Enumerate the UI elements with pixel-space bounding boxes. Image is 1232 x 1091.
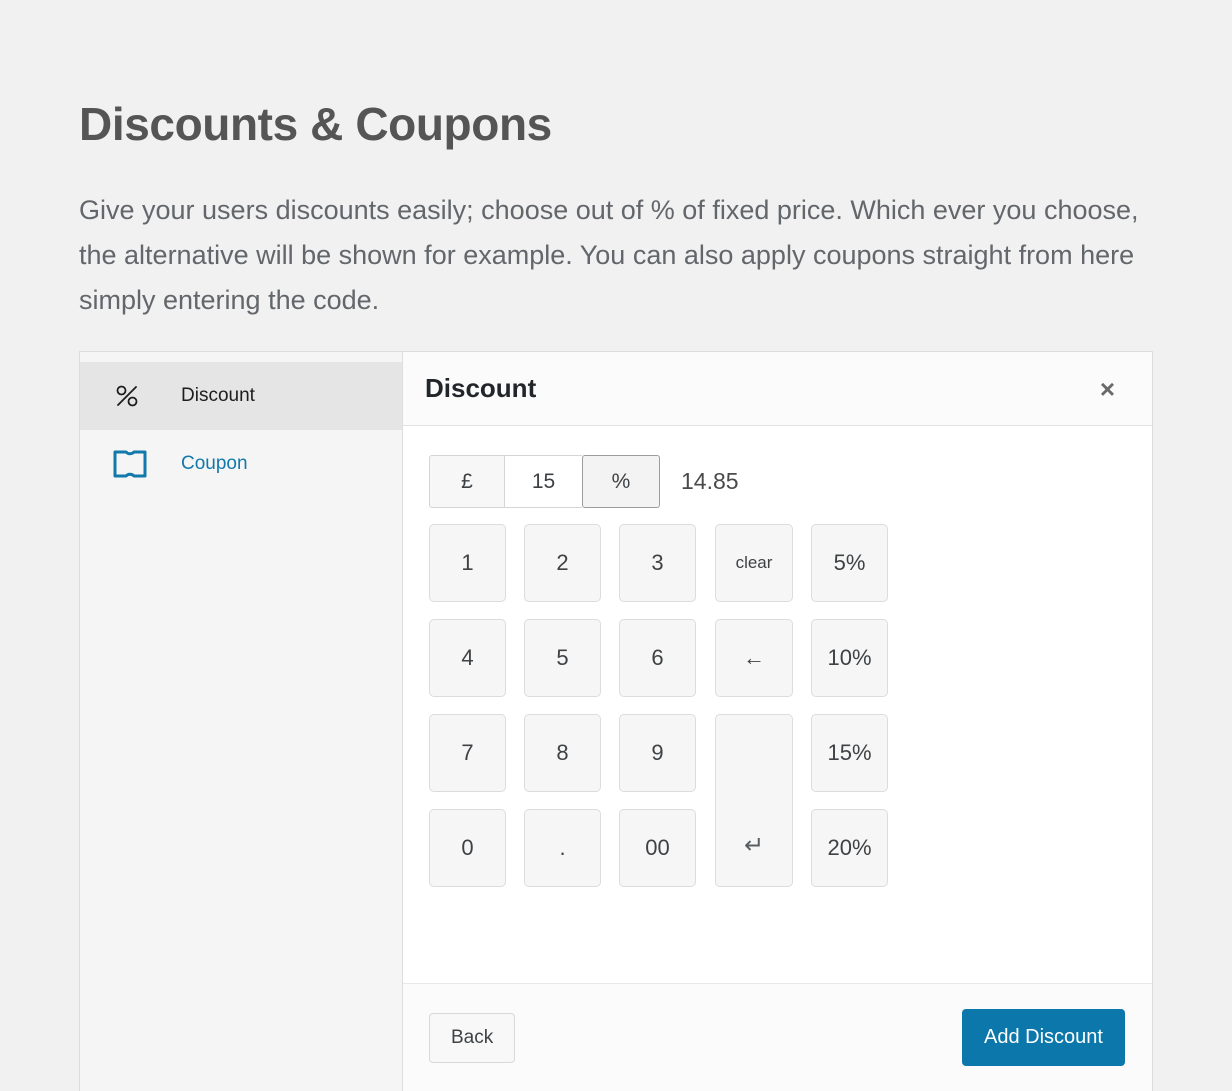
- sidebar-item-discount[interactable]: Discount: [80, 362, 402, 430]
- key-preset-15[interactable]: 15%: [811, 714, 888, 792]
- percent-mode-button[interactable]: %: [582, 455, 660, 508]
- add-discount-button[interactable]: Add Discount: [962, 1009, 1125, 1066]
- sidebar-item-coupon[interactable]: Coupon: [80, 430, 402, 498]
- percent-icon: [113, 382, 157, 410]
- key-decimal[interactable]: .: [524, 809, 601, 887]
- close-icon[interactable]: ×: [1094, 372, 1121, 406]
- currency-mode-button[interactable]: £: [429, 455, 505, 508]
- key-4[interactable]: 4: [429, 619, 506, 697]
- key-clear[interactable]: clear: [715, 524, 793, 602]
- numeric-keypad: 1 2 3 clear 5% 4 5 6 ← 10% 7 8 9 15% 0 .: [429, 524, 891, 906]
- page-intro-text: Give your users discounts easily; choose…: [79, 195, 1139, 315]
- discount-panel: Discount × £ 15 % 14.85 1 2 3 clear 5% 4…: [403, 352, 1152, 1091]
- amount-input-group: £ 15 %: [429, 455, 660, 508]
- key-3[interactable]: 3: [619, 524, 696, 602]
- panel-body: £ 15 % 14.85 1 2 3 clear 5% 4 5 6 ← 10% …: [403, 426, 1152, 984]
- key-preset-10[interactable]: 10%: [811, 619, 888, 697]
- key-preset-20[interactable]: 20%: [811, 809, 888, 887]
- key-backspace[interactable]: ←: [715, 619, 793, 697]
- card-sidebar: Discount Coupon: [80, 352, 403, 1091]
- key-8[interactable]: 8: [524, 714, 601, 792]
- discounts-coupons-page: Discounts & Coupons Give your users disc…: [0, 0, 1232, 1091]
- discount-card: Discount Coupon Discount × £ 15 % 14.85 …: [79, 351, 1153, 1091]
- sidebar-item-coupon-label: Coupon: [181, 453, 248, 474]
- panel-title: Discount: [425, 373, 537, 403]
- ticket-icon: [113, 449, 157, 479]
- key-6[interactable]: 6: [619, 619, 696, 697]
- key-1[interactable]: 1: [429, 524, 506, 602]
- key-preset-5[interactable]: 5%: [811, 524, 888, 602]
- amount-row: £ 15 % 14.85: [429, 455, 1152, 508]
- discount-amount-value[interactable]: 15: [505, 455, 582, 508]
- key-5[interactable]: 5: [524, 619, 601, 697]
- key-2[interactable]: 2: [524, 524, 601, 602]
- panel-header: Discount ×: [403, 352, 1152, 426]
- key-7[interactable]: 7: [429, 714, 506, 792]
- sidebar-item-discount-label: Discount: [181, 385, 255, 406]
- panel-footer: Back Add Discount: [403, 984, 1152, 1091]
- key-double-zero[interactable]: 00: [619, 809, 696, 887]
- key-enter[interactable]: ↵: [715, 714, 793, 887]
- back-button[interactable]: Back: [429, 1012, 516, 1063]
- key-9[interactable]: 9: [619, 714, 696, 792]
- key-0[interactable]: 0: [429, 809, 506, 887]
- page-title: Discounts & Coupons: [79, 97, 552, 150]
- converted-amount: 14.85: [681, 468, 739, 494]
